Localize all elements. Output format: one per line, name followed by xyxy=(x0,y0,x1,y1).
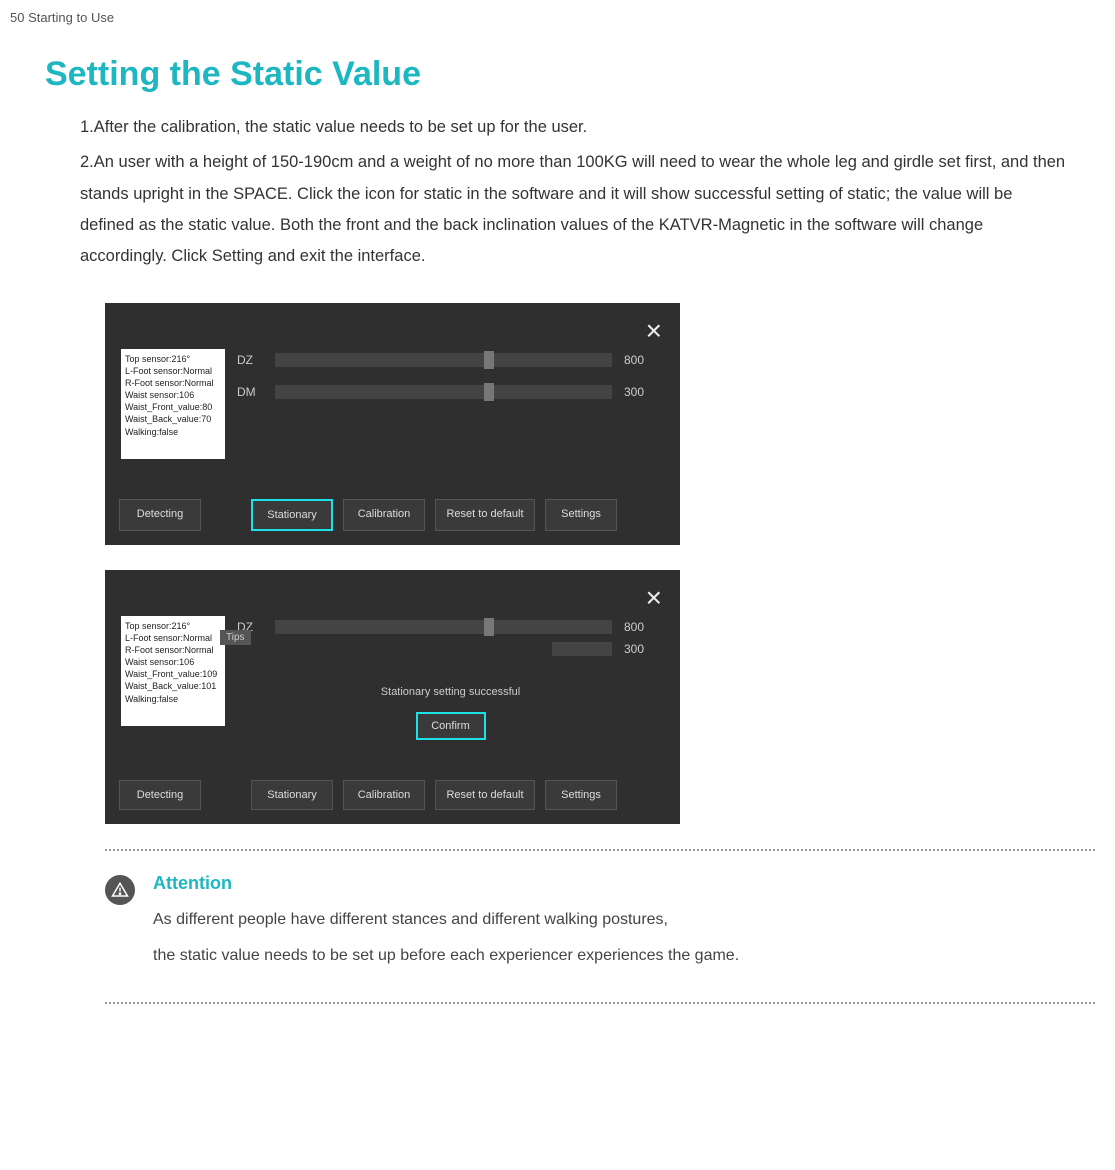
dz-slider[interactable] xyxy=(275,353,612,367)
attention-heading: Attention xyxy=(153,873,739,894)
page-header: 50 Starting to Use xyxy=(0,10,1115,25)
settings-button[interactable]: Settings xyxy=(545,499,617,531)
sensor-readout: Top sensor:216° L-Foot sensor:Normal R-F… xyxy=(121,616,225,726)
alert-icon xyxy=(105,875,135,905)
stationary-button[interactable]: Stationary xyxy=(251,780,333,810)
reset-to-default-button[interactable]: Reset to default xyxy=(435,499,535,531)
sensor-line: Top sensor:216° xyxy=(125,620,221,632)
dz-value: 800 xyxy=(624,620,664,634)
close-icon[interactable]: × xyxy=(646,580,668,612)
dm-value: 300 xyxy=(624,385,664,399)
dz-slider[interactable] xyxy=(275,620,612,634)
reset-to-default-button[interactable]: Reset to default xyxy=(435,780,535,810)
step-2: 2.An user with a height of 150-190cm and… xyxy=(80,147,1070,272)
close-icon[interactable]: × xyxy=(646,313,668,345)
sensor-line: Waist_Front_value:109 xyxy=(125,668,221,680)
settings-panel-b: × Top sensor:216° L-Foot sensor:Normal R… xyxy=(105,570,680,824)
modal-message: Stationary setting successful xyxy=(237,686,664,698)
steps-block: 1.After the calibration, the static valu… xyxy=(45,112,1070,273)
spacer xyxy=(211,780,241,810)
attention-line-2: the static value needs to be set up befo… xyxy=(153,944,739,968)
sensor-line: Waist_Front_value:80 xyxy=(125,401,221,413)
calibration-button[interactable]: Calibration xyxy=(343,499,425,531)
spacer xyxy=(211,499,241,531)
tips-tag: Tips xyxy=(220,630,251,645)
sensor-line: L-Foot sensor:Normal xyxy=(125,365,221,377)
sensor-line: Waist sensor:106 xyxy=(125,656,221,668)
sensor-line: Waist_Back_value:101 xyxy=(125,680,221,692)
sensor-line: Waist_Back_value:70 xyxy=(125,413,221,425)
dz-value: 800 xyxy=(624,353,664,367)
sensor-readout: Top sensor:216° L-Foot sensor:Normal R-F… xyxy=(121,349,225,459)
detecting-button[interactable]: Detecting xyxy=(119,499,201,531)
attention-line-1: As different people have different stanc… xyxy=(153,908,739,932)
sensor-line: Walking:false xyxy=(125,693,221,705)
detecting-button[interactable]: Detecting xyxy=(119,780,201,810)
dm-slider-partial[interactable] xyxy=(552,642,612,656)
dm-label: DM xyxy=(237,385,263,399)
dz-label: DZ xyxy=(237,353,263,367)
attention-box: Attention As different people have diffe… xyxy=(105,849,1095,1004)
sensor-line: Top sensor:216° xyxy=(125,353,221,365)
dm-value: 300 xyxy=(624,642,664,656)
sensor-line: R-Foot sensor:Normal xyxy=(125,377,221,389)
settings-panel-a: × Top sensor:216° L-Foot sensor:Normal R… xyxy=(105,303,680,545)
stationary-button[interactable]: Stationary xyxy=(251,499,333,531)
sensor-line: R-Foot sensor:Normal xyxy=(125,644,221,656)
dm-slider[interactable] xyxy=(275,385,612,399)
sensor-line: Waist sensor:106 xyxy=(125,389,221,401)
sensor-line: L-Foot sensor:Normal xyxy=(125,632,221,644)
calibration-button[interactable]: Calibration xyxy=(343,780,425,810)
step-1: 1.After the calibration, the static valu… xyxy=(80,112,1070,143)
page-title: Setting the Static Value xyxy=(45,55,1070,94)
confirm-button[interactable]: Confirm xyxy=(416,712,486,740)
sensor-line: Walking:false xyxy=(125,426,221,438)
settings-button[interactable]: Settings xyxy=(545,780,617,810)
